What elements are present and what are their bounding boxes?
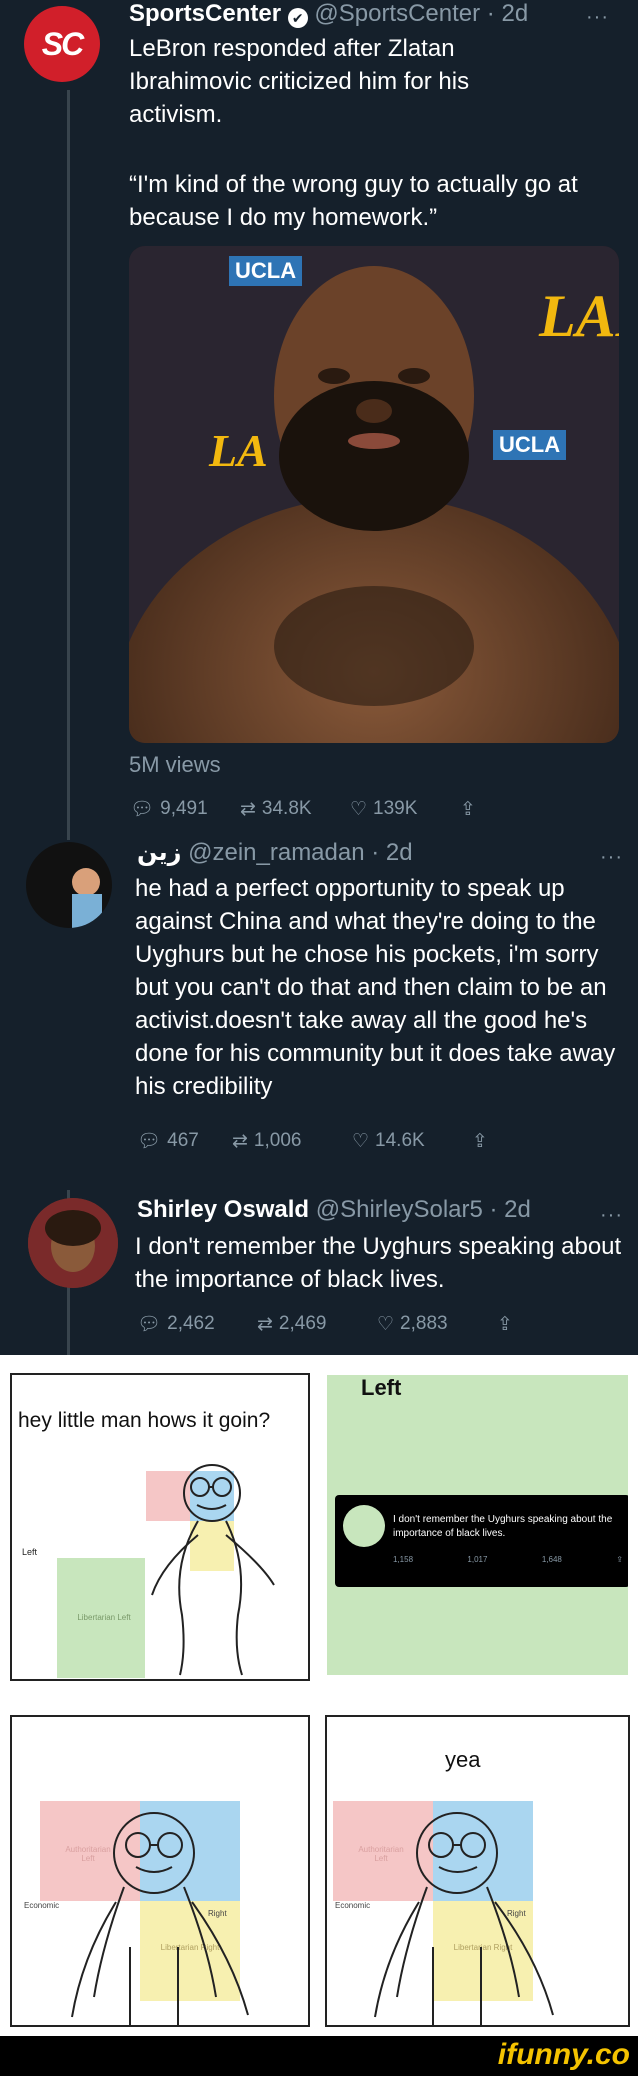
share-icon: ⇪ xyxy=(460,798,476,820)
retweet-icon: ⇄ xyxy=(257,1313,273,1335)
stick-figure xyxy=(71,1812,249,2025)
retweet-button[interactable]: ⇄ 1,006 xyxy=(232,1130,352,1153)
share-button[interactable]: ⇪ xyxy=(497,1313,513,1336)
more-icon[interactable]: ··· xyxy=(586,6,609,29)
reply-button[interactable]: 💬︎ 9,491 xyxy=(130,797,240,821)
reply2-header: Shirley Oswald @ShirleySolar5 · 2d xyxy=(137,1196,531,1224)
twitter-thread: SC SportsCenter ✔ @SportsCenter · 2d ···… xyxy=(0,0,638,1355)
more-icon[interactable]: ··· xyxy=(600,846,623,869)
tweet-text: LeBron responded after Zlatan Ibrahimovi… xyxy=(129,35,470,128)
like-button[interactable]: ♡ 14.6K xyxy=(352,1130,472,1153)
ucla-tag-1: UCLA xyxy=(229,256,303,286)
retweet-button[interactable]: ⇄ 34.8K xyxy=(240,798,350,821)
video-thumbnail[interactable]: LAK LA UCLA UCLA xyxy=(129,246,619,743)
ifunny-watermark: ifunny.co xyxy=(497,2038,630,2071)
reply-icon: 💬︎ xyxy=(137,1131,162,1152)
verified-icon: ✔ xyxy=(287,8,308,28)
reply1-name[interactable]: زين xyxy=(137,839,181,866)
reply1-text: he had a perfect opportunity to speak up… xyxy=(135,875,616,1100)
more-icon[interactable]: ··· xyxy=(600,1204,623,1227)
comic-panel-1: hey little man hows it goin? Left Libert… xyxy=(10,1373,310,1681)
reply1-header: زين @zein_ramadan · 2d xyxy=(137,838,413,867)
retweet-icon: ⇄ xyxy=(232,1130,248,1152)
shirley-photo xyxy=(28,1198,118,1288)
mini-actions: 1,158 1,017 1,648 ⇪ xyxy=(393,1555,623,1564)
retweet-icon: ⇄ xyxy=(240,798,256,820)
heart-icon: ♡ xyxy=(350,798,368,820)
svg-text:LA: LA xyxy=(208,425,268,476)
share-icon: ⇪ xyxy=(616,1555,623,1564)
retweet-button[interactable]: ⇄ 2,469 xyxy=(257,1313,377,1336)
mini-tweet: I don't remember the Uyghurs speaking ab… xyxy=(335,1495,628,1587)
mini-avatar xyxy=(343,1505,385,1547)
sc-logo-icon: SC xyxy=(41,25,84,62)
mini-tweet-text: I don't remember the Uyghurs speaking ab… xyxy=(393,1514,613,1539)
zein-photo xyxy=(72,868,102,928)
share-icon: ⇪ xyxy=(472,1130,488,1152)
reply-icon: 💬︎ xyxy=(137,1314,162,1335)
lebron-photo: LAK LA xyxy=(129,246,619,743)
comic-strip: hey little man hows it goin? Left Libert… xyxy=(0,1355,638,2076)
stick-figure xyxy=(151,1464,275,1676)
share-button[interactable]: ⇪ xyxy=(460,798,476,821)
author-name[interactable]: SportsCenter xyxy=(129,0,281,27)
reply1-handle[interactable]: @zein_ramadan · 2d xyxy=(188,839,412,866)
share-button[interactable]: ⇪ xyxy=(472,1130,488,1153)
tweet-actions: 💬︎ 9,491 ⇄ 34.8K ♡ 139K ⇪ xyxy=(130,797,476,821)
comic-panel-2: Left I don't remember the Uyghurs speaki… xyxy=(325,1373,630,1681)
stick-figure xyxy=(374,1812,554,2025)
author-handle[interactable]: @SportsCenter · 2d xyxy=(314,0,528,27)
reply-button[interactable]: 💬︎ 467 xyxy=(137,1129,232,1153)
shirley-avatar[interactable] xyxy=(28,1198,118,1288)
reply2-actions: 💬︎ 2,462 ⇄ 2,469 ♡ 2,883 ⇪ xyxy=(137,1312,513,1336)
reply-icon: 💬︎ xyxy=(130,799,155,820)
svg-text:LAK: LAK xyxy=(538,283,619,349)
reply2-name[interactable]: Shirley Oswald xyxy=(137,1196,309,1223)
heart-icon: ♡ xyxy=(352,1130,370,1152)
tweet-quote: “I'm kind of the wrong guy to actually g… xyxy=(129,171,578,231)
comic-panel-3: Authoritarian Left Economic Right Libert… xyxy=(10,1715,310,2027)
reply2-handle[interactable]: @ShirleySolar5 · 2d xyxy=(316,1196,531,1223)
like-button[interactable]: ♡ 139K xyxy=(350,798,460,821)
video-views: 5M views xyxy=(129,752,221,777)
zein-avatar[interactable] xyxy=(26,842,112,928)
tweet-header: SportsCenter ✔ @SportsCenter · 2d xyxy=(129,0,528,28)
comic-panel-4: yea Authoritarian Left Economic Right Li… xyxy=(325,1715,630,2027)
thread-line xyxy=(67,90,70,840)
reply1-actions: 💬︎ 467 ⇄ 1,006 ♡ 14.6K ⇪ xyxy=(137,1129,488,1153)
reply-button[interactable]: 💬︎ 2,462 xyxy=(137,1312,257,1336)
heart-icon: ♡ xyxy=(377,1313,395,1335)
ucla-tag-2: UCLA xyxy=(493,430,567,460)
sportscenter-avatar[interactable]: SC xyxy=(24,6,100,82)
left-label: Left xyxy=(361,1375,402,1400)
reply2-text: I don't remember the Uyghurs speaking ab… xyxy=(135,1233,622,1293)
like-button[interactable]: ♡ 2,883 xyxy=(377,1313,497,1336)
share-icon: ⇪ xyxy=(497,1313,513,1335)
